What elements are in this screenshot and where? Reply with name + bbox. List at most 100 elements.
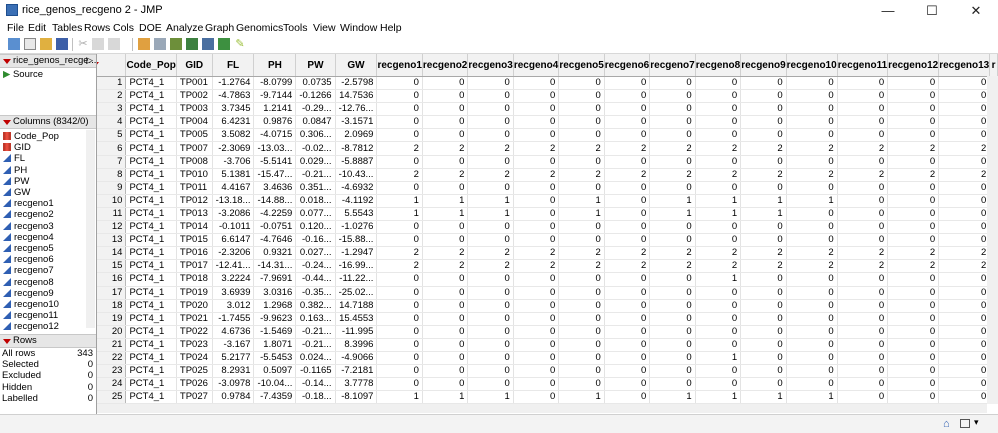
table-cell[interactable]: 1	[468, 391, 513, 404]
table-row[interactable]: 20PCT4_1TP0224.6736-1.5469-0.21...-11.99…	[97, 325, 998, 338]
red-triangle-icon[interactable]	[3, 339, 11, 344]
table-cell[interactable]: 0	[559, 77, 604, 90]
table-cell[interactable]: -0.1165	[296, 365, 335, 378]
table-cell[interactable]: 0	[888, 129, 939, 142]
table-cell[interactable]: -0.35...	[296, 286, 335, 299]
red-triangle-icon[interactable]	[3, 59, 11, 64]
row-number[interactable]: 9	[97, 181, 126, 194]
table-cell[interactable]: 0	[604, 103, 649, 116]
table-cell[interactable]: TP007	[176, 142, 212, 155]
row-number[interactable]: 18	[97, 299, 126, 312]
table-cell[interactable]: 0	[939, 325, 990, 338]
table-cell[interactable]: 1	[650, 391, 695, 404]
table-cell[interactable]: 0	[513, 286, 558, 299]
table-cell[interactable]: PCT4_1	[126, 90, 176, 103]
table-cell[interactable]: 1	[786, 391, 837, 404]
table-cell[interactable]: 0	[786, 129, 837, 142]
table-cell[interactable]: 0	[888, 155, 939, 168]
table-cell[interactable]: 2	[468, 142, 513, 155]
table-cell[interactable]: 2	[650, 260, 695, 273]
table-cell[interactable]: 0	[559, 325, 604, 338]
table-cell[interactable]: -1.2947	[335, 247, 377, 260]
table-cell[interactable]: 0	[604, 181, 649, 194]
table-cell[interactable]: 2	[513, 142, 558, 155]
row-number[interactable]: 12	[97, 221, 126, 234]
table-cell[interactable]: 1	[468, 207, 513, 220]
table-row[interactable]: 7PCT4_1TP008-3.706-5.51410.029...-5.8887…	[97, 155, 998, 168]
table-cell[interactable]: 0	[650, 338, 695, 351]
table-cell[interactable]: 0	[513, 325, 558, 338]
table-cell[interactable]: 3.0316	[254, 286, 296, 299]
table-cell[interactable]: TP014	[176, 221, 212, 234]
table-cell[interactable]: 2	[695, 247, 740, 260]
table-row[interactable]: 14PCT4_1TP016-2.32060.93210.027...-1.294…	[97, 247, 998, 260]
table-cell[interactable]: PCT4_1	[126, 103, 176, 116]
table-cell[interactable]: 0	[422, 286, 467, 299]
column-item[interactable]: recgeno10	[3, 299, 59, 310]
table-cell[interactable]: PCT4_1	[126, 286, 176, 299]
column-header[interactable]: Code_Pop	[126, 54, 176, 77]
table-cell[interactable]: 0	[650, 286, 695, 299]
table-cell[interactable]: 0	[422, 103, 467, 116]
menu-genomics[interactable]: Genomics	[236, 22, 283, 34]
table-cell[interactable]: PCT4_1	[126, 181, 176, 194]
table-row[interactable]: 5PCT4_1TP0053.5082-4.07150.306...2.09690…	[97, 129, 998, 142]
table-cell[interactable]: 0	[513, 234, 558, 247]
table-cell[interactable]: -1.2764	[212, 77, 254, 90]
table-cell[interactable]: 0	[786, 77, 837, 90]
table-cell[interactable]: 3.7345	[212, 103, 254, 116]
table-cell[interactable]: 0	[559, 351, 604, 364]
table-cell[interactable]: 0	[741, 325, 786, 338]
table-cell[interactable]: 0	[741, 234, 786, 247]
dropdown-icon[interactable]: ▾	[974, 417, 979, 428]
table-cell[interactable]: 1	[377, 207, 422, 220]
table-cell[interactable]: TP019	[176, 286, 212, 299]
table-cell[interactable]: 2.0969	[335, 129, 377, 142]
table-row[interactable]: 18PCT4_1TP0203.0121.29680.382...14.71880…	[97, 299, 998, 312]
column-header[interactable]: recgeno12	[888, 54, 939, 77]
table-cell[interactable]: 0	[377, 234, 422, 247]
column-item[interactable]: recgeno2	[3, 209, 54, 220]
table-cell[interactable]: 2	[786, 168, 837, 181]
row-number[interactable]: 11	[97, 207, 126, 220]
distribution-icon[interactable]	[186, 38, 198, 50]
table-cell[interactable]: 0	[604, 273, 649, 286]
table-cell[interactable]: 1	[650, 194, 695, 207]
menu-window[interactable]: Window	[340, 22, 377, 34]
jmp-home-icon[interactable]	[8, 38, 20, 50]
table-cell[interactable]: 2	[837, 142, 887, 155]
table-cell[interactable]: 3.5082	[212, 129, 254, 142]
table-cell[interactable]: PCT4_1	[126, 273, 176, 286]
table-cell[interactable]: -0.29...	[296, 103, 335, 116]
table-cell[interactable]: 0	[650, 221, 695, 234]
table-cell[interactable]: -0.21...	[296, 168, 335, 181]
table-cell[interactable]: 2	[786, 260, 837, 273]
table-cell[interactable]: 0	[939, 77, 990, 90]
table-cell[interactable]: 0	[604, 116, 649, 129]
menu-view[interactable]: View	[313, 22, 336, 34]
table-cell[interactable]: 0	[513, 312, 558, 325]
table-cell[interactable]: 0	[741, 155, 786, 168]
table-cell[interactable]: 0	[513, 221, 558, 234]
table-cell[interactable]: 0	[786, 116, 837, 129]
table-cell[interactable]: 1	[422, 194, 467, 207]
table-row[interactable]: 11PCT4_1TP013-3.2086-4.22590.077...5.554…	[97, 207, 998, 220]
table-cell[interactable]: 0	[604, 378, 649, 391]
source-item[interactable]: ▶ Source	[3, 69, 43, 80]
table-cell[interactable]: 0	[559, 90, 604, 103]
table-cell[interactable]: 0	[513, 194, 558, 207]
table-cell[interactable]: 0	[837, 103, 887, 116]
table-cell[interactable]: 0	[741, 365, 786, 378]
row-number[interactable]: 14	[97, 247, 126, 260]
table-cell[interactable]: 0	[468, 351, 513, 364]
table-cell[interactable]: 0	[650, 365, 695, 378]
table-cell[interactable]: 2	[741, 168, 786, 181]
table-cell[interactable]: 0	[559, 299, 604, 312]
table-cell[interactable]: TP011	[176, 181, 212, 194]
arrow-tool-icon[interactable]: ✎	[234, 38, 246, 50]
table-cell[interactable]: TP013	[176, 207, 212, 220]
table-cell[interactable]: 0	[650, 181, 695, 194]
table-cell[interactable]: 0	[650, 378, 695, 391]
table-cell[interactable]: 0	[513, 338, 558, 351]
table-cell[interactable]: 0	[559, 181, 604, 194]
